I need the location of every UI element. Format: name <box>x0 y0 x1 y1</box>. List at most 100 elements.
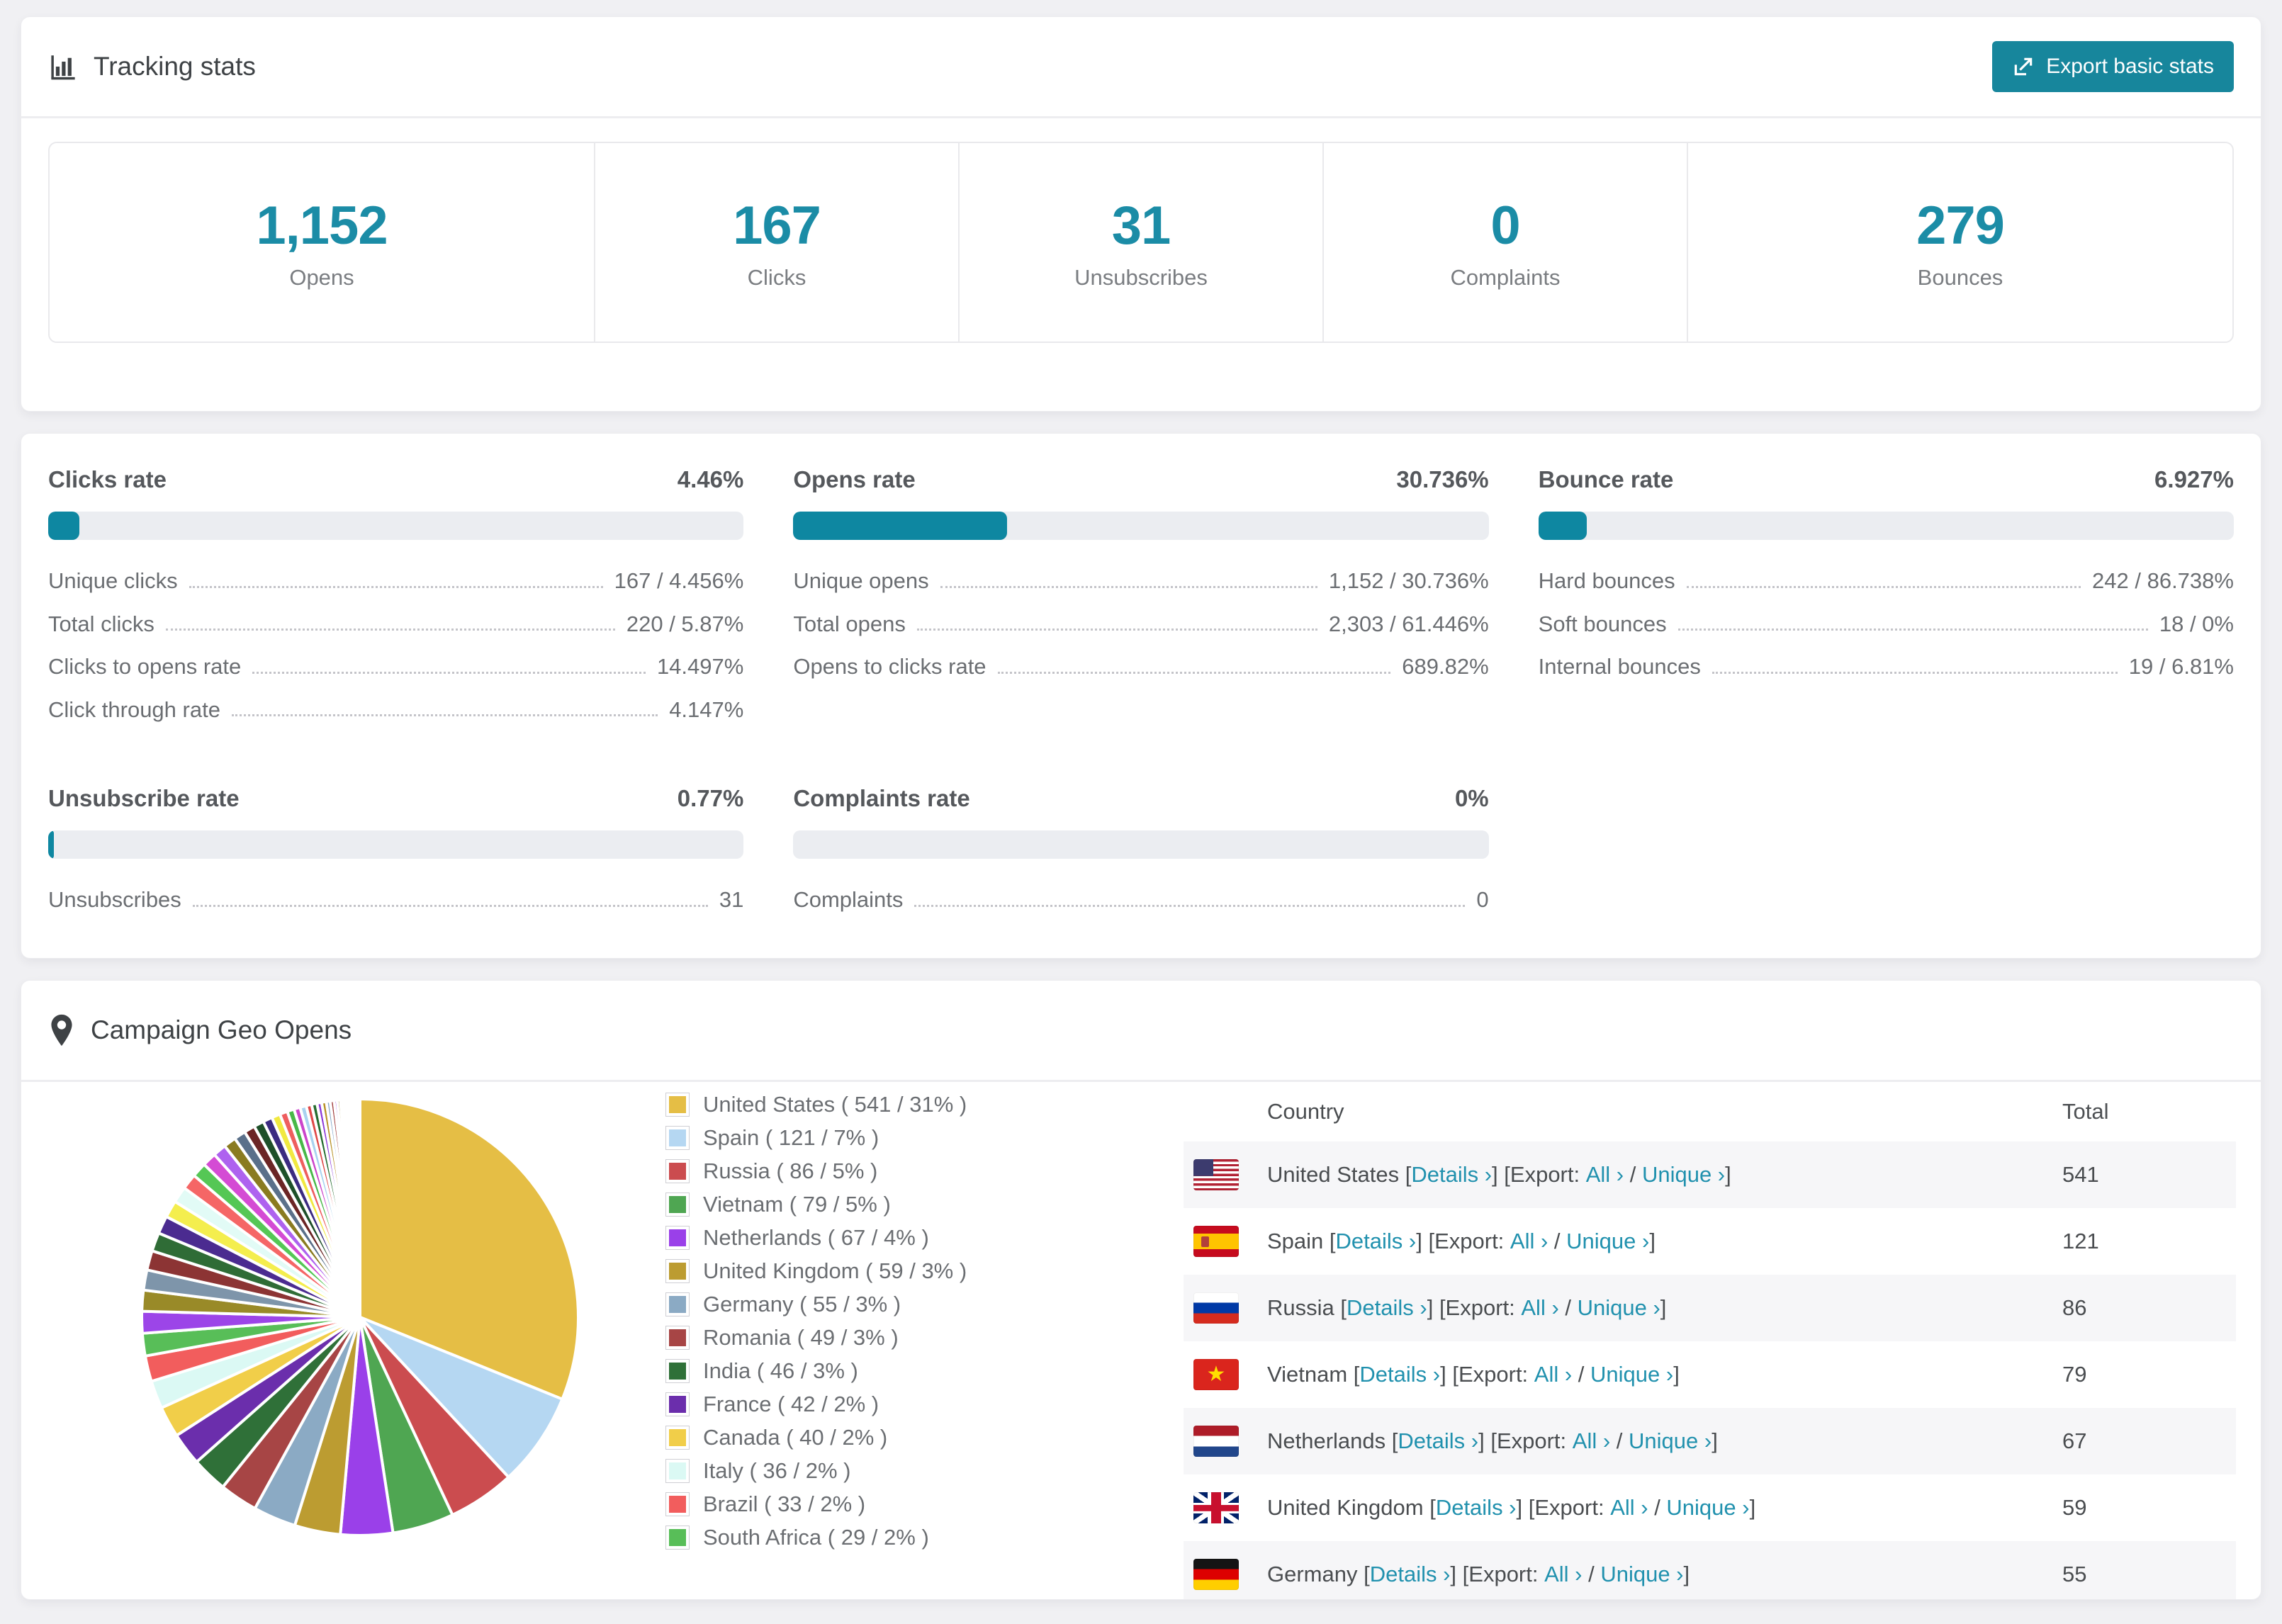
campaign-geo-opens-title: Campaign Geo Opens <box>48 1013 352 1047</box>
rate-bar-clicks-rate <box>48 512 744 540</box>
rate-value-opens-rate: 30.736% <box>1396 466 1489 492</box>
rate-row-label: Opens to clicks rate <box>793 654 987 680</box>
pie-slice-other-58 <box>357 1097 361 1319</box>
geo-table-row-vietnam: Vietnam [Details ›] [Export: All › / Uni… <box>1184 1341 2236 1408</box>
legend-item-russia: Russia ( 86 / 5% ) <box>666 1158 1005 1184</box>
legend-item-spain: Spain ( 121 / 7% ) <box>666 1125 1005 1151</box>
rate-bar-opens-rate <box>793 512 1489 540</box>
details-link[interactable]: Details › <box>1370 1562 1451 1587</box>
geo-table-row-netherlands: Netherlands [Details ›] [Export: All › /… <box>1184 1408 2236 1474</box>
rate-row-label: Total opens <box>793 611 906 636</box>
bracket: ] <box>1516 1495 1523 1520</box>
dotted-leader <box>940 585 1317 588</box>
export-all-link[interactable]: All › <box>1521 1295 1558 1321</box>
export-all-link[interactable]: All › <box>1610 1495 1648 1521</box>
rate-section-unsubscribe-rate: Unsubscribe rate 0.77% Unsubscribes 31 <box>48 785 744 912</box>
legend-label-spain: Spain ( 121 / 7% ) <box>703 1125 879 1150</box>
legend-item-canada: Canada ( 40 / 2% ) <box>666 1425 1005 1450</box>
country-name: United Kingdom <box>1267 1495 1424 1520</box>
export-unique-link[interactable]: Unique › <box>1629 1428 1712 1454</box>
tracking-stats-title: Tracking stats <box>48 52 256 81</box>
rate-row-label: Soft bounces <box>1538 611 1667 636</box>
bracket: [ <box>1323 1229 1336 1253</box>
stat-box-bounces: 279 Bounces <box>1687 143 2232 342</box>
stat-value-opens: 1,152 <box>256 195 388 256</box>
dotted-leader <box>189 585 603 588</box>
dotted-leader <box>914 904 1466 907</box>
rate-row-total-clicks: Total clicks 220 / 5.87% <box>48 612 743 636</box>
details-link[interactable]: Details › <box>1398 1428 1478 1454</box>
export-prefix: [Export: <box>1522 1495 1611 1520</box>
export-all-link[interactable]: All › <box>1534 1362 1572 1387</box>
bracket: ] <box>1478 1428 1485 1453</box>
rate-bar-bounce-rate <box>1538 512 2234 540</box>
export-unique-link[interactable]: Unique › <box>1666 1495 1749 1521</box>
rate-row-label: Unique clicks <box>48 568 178 593</box>
slash: / <box>1624 1162 1642 1187</box>
slash: / <box>1572 1362 1591 1387</box>
rate-row-label: Unsubscribes <box>48 887 181 913</box>
legend-label-brazil: Brazil ( 33 / 2% ) <box>703 1492 866 1516</box>
details-link[interactable]: Details › <box>1359 1362 1440 1387</box>
tracking-stats-card: Tracking stats Export basic stats 1,152 O… <box>21 17 2261 411</box>
export-all-link[interactable]: All › <box>1586 1162 1624 1188</box>
export-unique-link[interactable]: Unique › <box>1566 1229 1649 1254</box>
rate-row-value: 689.82% <box>1402 654 1489 680</box>
dotted-leader <box>1677 628 2148 631</box>
export-all-link[interactable]: All › <box>1510 1229 1548 1254</box>
legend-swatch-south-africa <box>666 1526 689 1549</box>
details-link[interactable]: Details › <box>1411 1162 1492 1188</box>
bracket: [ <box>1386 1428 1398 1453</box>
details-link[interactable]: Details › <box>1347 1295 1427 1321</box>
bracket: ] <box>1660 1295 1667 1320</box>
rate-row-label: Complaints <box>793 887 904 913</box>
rate-title-clicks-rate: Clicks rate <box>48 466 167 492</box>
rate-head-clicks-rate: Clicks rate 4.46% <box>48 466 743 493</box>
rate-title-unsubscribe-rate: Unsubscribe rate <box>48 785 240 812</box>
dotted-leader <box>1712 671 2118 674</box>
rate-row-unique-opens: Unique opens 1,152 / 30.736% <box>793 569 1488 593</box>
bracket: ] <box>1683 1562 1690 1586</box>
export-unique-link[interactable]: Unique › <box>1600 1562 1683 1587</box>
legend-swatch-romania <box>666 1326 689 1349</box>
rate-row-label: Clicks to opens rate <box>48 654 242 680</box>
geo-opens-pie-chart <box>140 1097 580 1537</box>
geo-country-cell: United Kingdom [Details ›] [Export: All … <box>1267 1495 2062 1521</box>
details-link[interactable]: Details › <box>1336 1229 1417 1254</box>
geo-table-row-united-kingdom: United Kingdom [Details ›] [Export: All … <box>1184 1474 2236 1541</box>
export-all-link[interactable]: All › <box>1573 1428 1610 1454</box>
export-all-link[interactable]: All › <box>1544 1562 1582 1587</box>
legend-swatch-vietnam <box>666 1193 689 1216</box>
details-link[interactable]: Details › <box>1436 1495 1517 1521</box>
rate-row-value: 19 / 6.81% <box>2128 654 2234 680</box>
rate-section-clicks-rate: Clicks rate 4.46% Unique clicks 167 / 4.456… <box>48 466 744 722</box>
legend-label-united-kingdom: United Kingdom ( 59 / 3% ) <box>703 1258 967 1283</box>
bar-chart-icon <box>48 52 78 81</box>
export-prefix: [Export: <box>1497 1162 1586 1187</box>
stat-value-clicks: 167 <box>733 195 821 256</box>
legend-label-italy: Italy ( 36 / 2% ) <box>703 1458 851 1483</box>
legend-swatch-france <box>666 1393 689 1416</box>
geo-table-row-spain: Spain [Details ›] [Export: All › / Uniqu… <box>1184 1208 2236 1275</box>
rate-row-unsubscribes: Unsubscribes 31 <box>48 889 743 912</box>
stat-label-opens: Opens <box>289 264 354 290</box>
rate-row-value: 4.147% <box>669 697 744 722</box>
export-prefix: [Export: <box>1484 1428 1573 1453</box>
rate-row-opens-to-clicks-rate: Opens to clicks rate 689.82% <box>793 655 1488 679</box>
rate-head-bounce-rate: Bounce rate 6.927% <box>1539 466 2234 493</box>
bracket: [ <box>1357 1562 1370 1586</box>
rate-row-unique-clicks: Unique clicks 167 / 4.456% <box>48 568 743 593</box>
legend-item-netherlands: Netherlands ( 67 / 4% ) <box>666 1225 1005 1251</box>
stat-value-bounces: 279 <box>1916 195 2005 256</box>
geo-total-cell: 67 <box>2062 1428 2087 1453</box>
rate-head-unsubscribe-rate: Unsubscribe rate 0.77% <box>48 785 743 812</box>
rate-row-value: 18 / 0% <box>2159 611 2234 636</box>
export-prefix: [Export: <box>1422 1229 1510 1253</box>
stat-box-complaints: 0 Complaints <box>1322 143 1687 342</box>
geo-table-row-russia: Russia [Details ›] [Export: All › / Uniq… <box>1184 1275 2236 1341</box>
export-basic-stats-button[interactable]: Export basic stats <box>1992 41 2234 92</box>
slash: / <box>1610 1428 1629 1453</box>
export-unique-link[interactable]: Unique › <box>1578 1295 1660 1321</box>
export-unique-link[interactable]: Unique › <box>1590 1362 1673 1387</box>
export-unique-link[interactable]: Unique › <box>1642 1162 1725 1188</box>
